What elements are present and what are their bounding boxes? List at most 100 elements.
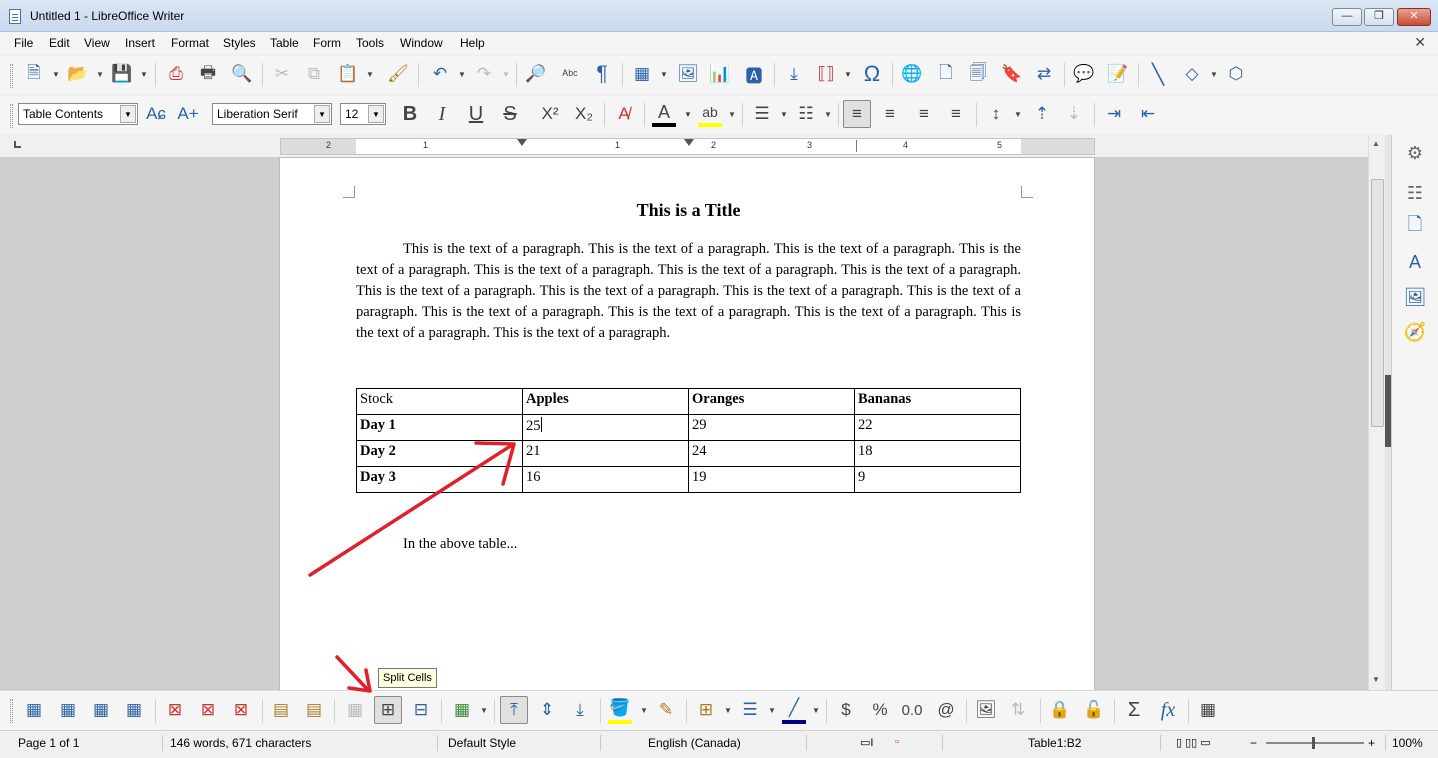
zoom-out-icon[interactable]: − bbox=[1250, 736, 1257, 750]
table-cell[interactable]: Oranges bbox=[688, 388, 855, 415]
insert-mode-icon[interactable]: ▭I bbox=[860, 736, 873, 749]
optimize-dropdown-icon[interactable]: ▼ bbox=[480, 696, 488, 724]
copy-icon[interactable]: ⧉ bbox=[300, 60, 328, 88]
save-dropdown-icon[interactable]: ▼ bbox=[140, 60, 148, 88]
table-cell[interactable]: 9 bbox=[854, 466, 1021, 493]
justify-icon[interactable]: ≡ bbox=[942, 100, 970, 128]
italic-icon[interactable]: I bbox=[428, 100, 456, 128]
tab-stop-selector-icon[interactable] bbox=[14, 141, 21, 148]
table-cell[interactable]: Stock bbox=[356, 388, 523, 415]
document-title[interactable]: This is a Title bbox=[356, 200, 1021, 221]
document-area[interactable]: This is a Title This is the text of a pa… bbox=[0, 157, 1368, 690]
view-layout-icons[interactable]: ▯ ▯▯ ▭ bbox=[1176, 736, 1211, 749]
undo-dropdown-icon[interactable]: ▼ bbox=[458, 60, 466, 88]
insert-rows-below-icon[interactable]: ▦ bbox=[54, 696, 82, 724]
open-folder-icon[interactable]: 📂 bbox=[64, 60, 92, 88]
find-replace-icon[interactable]: 🔎 bbox=[522, 60, 550, 88]
background-color-dropdown-icon[interactable]: ▼ bbox=[640, 696, 648, 724]
menu-view[interactable]: View bbox=[84, 36, 110, 50]
zoom-slider[interactable] bbox=[1266, 737, 1364, 749]
vertical-scrollbar[interactable]: ▲ ▼ bbox=[1368, 135, 1385, 690]
insert-image-icon[interactable]: 🖼 bbox=[674, 60, 702, 88]
font-name-combo[interactable]: Liberation Serif ▼ bbox=[212, 103, 332, 125]
table-cell[interactable]: Bananas bbox=[854, 388, 1021, 415]
menu-help[interactable]: Help bbox=[460, 36, 485, 50]
align-left-icon[interactable]: ≡ bbox=[843, 100, 871, 128]
split-cells-icon[interactable]: ⊞ bbox=[374, 696, 402, 724]
table-cell[interactable]: Day 3 bbox=[356, 466, 523, 493]
page-style[interactable]: Default Style bbox=[448, 736, 516, 750]
font-size-combo[interactable]: 12 ▼ bbox=[340, 103, 386, 125]
page-break-icon[interactable]: ⤓ bbox=[780, 60, 808, 88]
table-dropdown-icon[interactable]: ▼ bbox=[660, 60, 668, 88]
border-color-dropdown-icon[interactable]: ▼ bbox=[812, 696, 820, 724]
footnote-icon[interactable]: 🗋 bbox=[932, 60, 960, 88]
table-cell[interactable]: 29 bbox=[688, 414, 855, 441]
document-modified-icon[interactable]: ▫ bbox=[895, 736, 899, 748]
update-style-icon[interactable]: Aɕ bbox=[142, 100, 170, 128]
menu-window[interactable]: Window bbox=[400, 36, 443, 50]
close-window-button[interactable]: ✕ bbox=[1397, 8, 1431, 26]
insert-columns-after-icon[interactable]: ▦ bbox=[120, 696, 148, 724]
border-color-icon[interactable]: ╱ bbox=[780, 694, 808, 722]
delete-columns-icon[interactable]: ⊠ bbox=[194, 696, 222, 724]
redo-dropdown-icon[interactable]: ▼ bbox=[502, 60, 510, 88]
menu-form[interactable]: Form bbox=[313, 36, 341, 50]
bullet-dropdown-icon[interactable]: ▼ bbox=[780, 100, 788, 128]
paste-icon[interactable]: 📋 bbox=[334, 60, 362, 88]
save-icon[interactable]: 💾 bbox=[108, 60, 136, 88]
column-marker[interactable] bbox=[684, 139, 694, 146]
protect-cells-icon[interactable]: 🔒 bbox=[1046, 696, 1074, 724]
open-dropdown-icon[interactable]: ▼ bbox=[96, 60, 104, 88]
hyperlink-icon[interactable]: 🌐 bbox=[898, 60, 926, 88]
table-cell[interactable]: Apples bbox=[522, 388, 689, 415]
gallery-icon[interactable]: 🖼 bbox=[1400, 283, 1430, 311]
maximize-button[interactable]: ❐ bbox=[1364, 8, 1394, 26]
font-color-icon[interactable]: A bbox=[650, 98, 678, 126]
unprotect-cells-icon[interactable]: 🔓 bbox=[1080, 696, 1108, 724]
border-style-icon[interactable]: ☰ bbox=[736, 696, 764, 724]
insert-columns-before-icon[interactable]: ▦ bbox=[87, 696, 115, 724]
number-format-icon[interactable]: @ bbox=[932, 696, 960, 724]
column-separator[interactable] bbox=[856, 140, 857, 152]
align-right-icon[interactable]: ≡ bbox=[910, 100, 938, 128]
bookmark-icon[interactable]: 🔖 bbox=[998, 60, 1026, 88]
menu-styles[interactable]: Styles bbox=[223, 36, 256, 50]
bold-icon[interactable]: B bbox=[396, 100, 424, 128]
toolbar-grip[interactable] bbox=[10, 104, 13, 128]
underline-icon[interactable]: U bbox=[462, 100, 490, 128]
print-preview-icon[interactable]: 🔍 bbox=[228, 60, 256, 88]
chevron-down-icon[interactable]: ▼ bbox=[368, 105, 384, 123]
highlight-dropdown-icon[interactable]: ▼ bbox=[728, 100, 736, 128]
select-cell-icon[interactable]: ▤ bbox=[267, 696, 295, 724]
table-properties-icon[interactable]: ▦ bbox=[1194, 696, 1222, 724]
table-cell[interactable]: 24 bbox=[688, 440, 855, 467]
align-top-icon[interactable]: ⤒ bbox=[500, 696, 528, 724]
endnote-icon[interactable]: 🗐 bbox=[964, 60, 992, 88]
document-after-text[interactable]: In the above table... bbox=[403, 536, 517, 553]
minimize-button[interactable]: — bbox=[1332, 8, 1362, 26]
clone-formatting-icon[interactable]: 🖌 bbox=[384, 60, 412, 88]
paste-dropdown-icon[interactable]: ▼ bbox=[366, 60, 374, 88]
insert-rows-above-icon[interactable]: ▦ bbox=[20, 696, 48, 724]
zoom-in-icon[interactable]: + bbox=[1368, 736, 1375, 750]
track-changes-icon[interactable]: 📝 bbox=[1104, 60, 1132, 88]
formatting-marks-icon[interactable]: ¶ bbox=[588, 60, 616, 88]
shapes-dropdown-icon[interactable]: ▼ bbox=[1210, 60, 1218, 88]
ordered-list-icon[interactable]: ☷ bbox=[792, 100, 820, 128]
spelling-icon[interactable]: ᴬᵇᶜ bbox=[556, 60, 584, 88]
line-icon[interactable]: ╲ bbox=[1144, 60, 1172, 88]
horizontal-ruler[interactable]: 2 1 1 2 3 4 5 bbox=[280, 138, 1095, 155]
special-character-icon[interactable]: Ω bbox=[858, 60, 886, 88]
unordered-list-icon[interactable]: ☰ bbox=[748, 100, 776, 128]
line-spacing-icon[interactable]: ↕ bbox=[982, 100, 1010, 128]
new-document-icon[interactable]: 🗎 bbox=[20, 60, 48, 88]
chevron-down-icon[interactable]: ▼ bbox=[120, 105, 136, 123]
table-cell[interactable]: Day 2 bbox=[356, 440, 523, 467]
insert-table-icon[interactable]: ▦ bbox=[628, 60, 656, 88]
document-page[interactable]: This is a Title This is the text of a pa… bbox=[279, 157, 1095, 690]
table-cell[interactable]: 16 bbox=[522, 466, 689, 493]
basic-shapes-icon[interactable]: ◇ bbox=[1178, 60, 1206, 88]
insert-textbox-icon[interactable]: 🅰 bbox=[740, 60, 768, 88]
strikethrough-icon[interactable]: S bbox=[496, 100, 524, 128]
